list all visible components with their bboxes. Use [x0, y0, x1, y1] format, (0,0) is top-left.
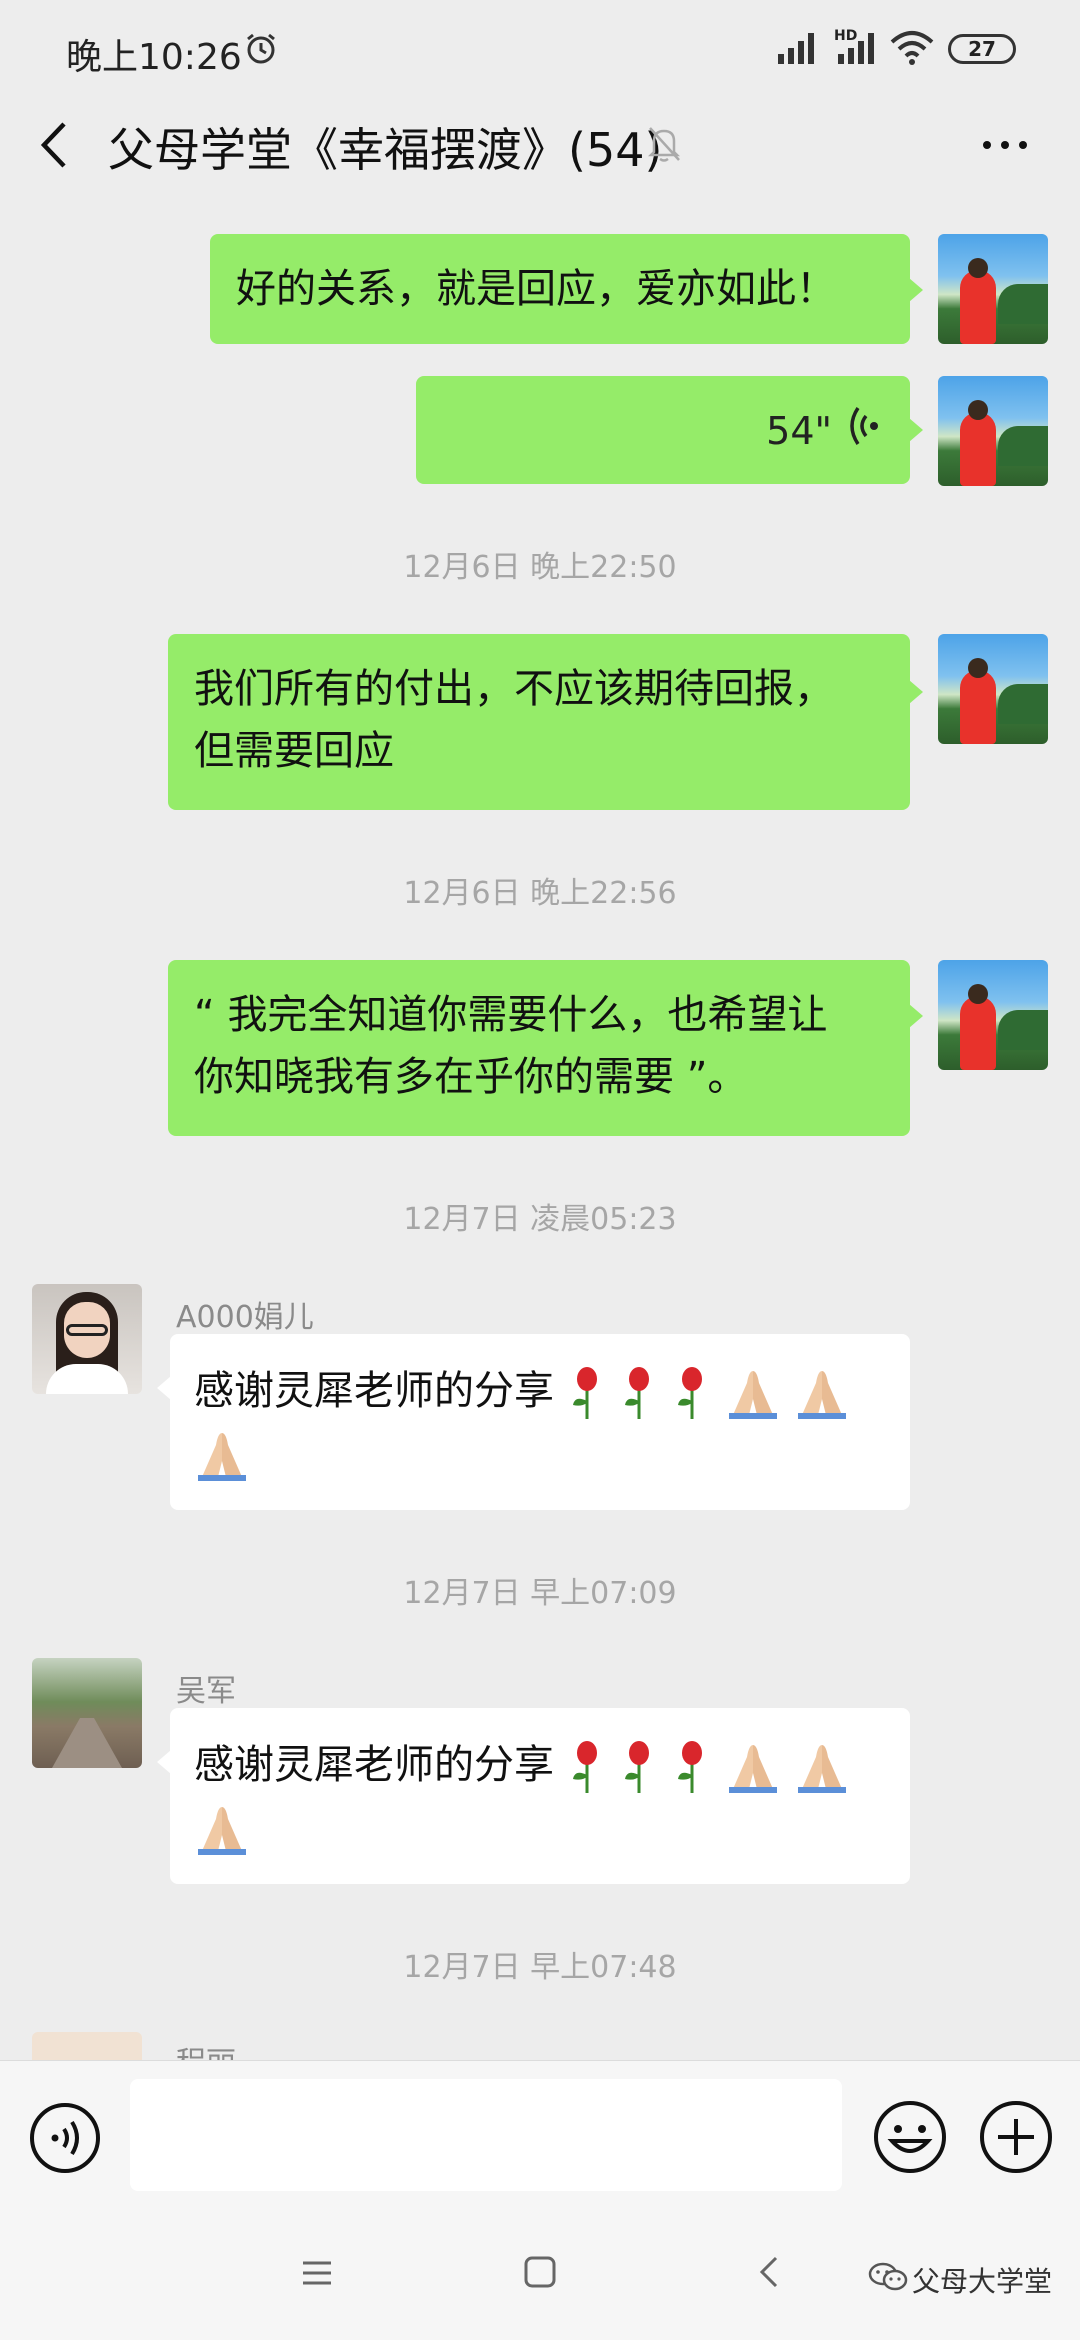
message-text-line: 但需要回应: [194, 728, 394, 774]
rose-icon: [678, 1741, 703, 1793]
bubble-tail: [157, 1376, 171, 1400]
status-bar: 晚上10:26 HD 27: [0, 0, 1080, 100]
bubble-tail: [909, 278, 923, 302]
wechat-icon: [868, 2262, 908, 2291]
voice-message[interactable]: 54": [416, 376, 910, 484]
outgoing-message[interactable]: “ 我完全知道你需要什么，也希望让 你知晓我有多在乎你的需要 ”。: [168, 960, 910, 1136]
nav-back-icon[interactable]: [754, 2254, 782, 2290]
timestamp: 12月7日 早上07:48: [403, 1950, 677, 1985]
sender-name: 吴军: [176, 1674, 236, 1709]
chat-title: 父母学堂《幸福摆渡》(54): [108, 123, 663, 177]
message-text-line: 你知晓我有多在乎你的需要 ”。: [194, 1054, 748, 1100]
signal-icon: [778, 33, 814, 64]
praying-hands-icon: [198, 1433, 246, 1481]
message-text: 好的关系，就是回应，爱亦如此！: [236, 266, 836, 312]
battery-indicator: 27: [948, 34, 1016, 64]
avatar[interactable]: [938, 634, 1048, 744]
avatar[interactable]: [938, 234, 1048, 344]
praying-hands-icon: [797, 1371, 846, 1419]
incoming-message[interactable]: 感谢灵犀老师的分享: [170, 1334, 910, 1510]
emoji-icon[interactable]: [872, 2099, 948, 2175]
message-input[interactable]: [130, 2079, 842, 2191]
praying-hands-icon: [728, 1371, 777, 1419]
bubble-tail: [909, 1004, 923, 1028]
input-bar: [0, 2060, 1080, 2210]
bubble-tail: [909, 680, 923, 704]
bubble-tail: [157, 1750, 171, 1774]
outgoing-message[interactable]: 好的关系，就是回应，爱亦如此！: [210, 234, 910, 344]
voice-mode-icon[interactable]: [28, 2101, 102, 2175]
avatar[interactable]: [938, 376, 1048, 486]
rose-icon: [572, 1367, 597, 1419]
wifi-icon: [890, 31, 934, 65]
message-text-line: 我们所有的付出，不应该期待回报，: [194, 666, 834, 712]
alarm-icon: [247, 33, 275, 64]
menu-icon[interactable]: [300, 2256, 334, 2290]
sender-name: 程丽: [176, 2038, 236, 2060]
timestamp: 12月6日 晚上22:56: [403, 876, 677, 911]
status-time: 晚上10:26: [66, 37, 242, 78]
watermark-text: 父母大学堂: [912, 2265, 1053, 2298]
rose-icon: [678, 1367, 703, 1419]
rose-icon: [625, 1367, 650, 1419]
bubble-tail: [909, 418, 923, 442]
message-text: 感谢灵犀老师的分享: [194, 1368, 554, 1414]
avatar[interactable]: [32, 2032, 142, 2060]
system-nav-bar: 父母大学堂: [0, 2210, 1080, 2340]
voice-wave-icon: [850, 407, 878, 445]
signal-icon: [838, 33, 874, 64]
rose-icon: [625, 1741, 650, 1793]
praying-hands-icon: [198, 1807, 246, 1855]
sender-name: A000娟儿: [176, 1300, 314, 1335]
voice-duration: 54": [766, 409, 832, 453]
message-text-line: “ 我完全知道你需要什么，也希望让: [194, 992, 828, 1038]
rose-icon: [572, 1741, 597, 1793]
chat-screen: 晚上10:26 HD 27 父母学堂《幸福摆渡》(54) 好的关系，就是回应，爱…: [0, 0, 1080, 2340]
home-icon[interactable]: [522, 2254, 558, 2290]
timestamp: 12月6日 晚上22:50: [403, 550, 677, 585]
mute-icon: [647, 127, 681, 162]
praying-hands-icon: [797, 1745, 846, 1793]
praying-hands-icon: [728, 1745, 777, 1793]
chat-header: 父母学堂《幸福摆渡》(54): [0, 100, 1080, 190]
more-icon[interactable]: [980, 130, 1030, 160]
avatar[interactable]: [32, 1658, 142, 1768]
outgoing-message[interactable]: 我们所有的付出，不应该期待回报， 但需要回应: [168, 634, 910, 810]
timestamp: 12月7日 凌晨05:23: [403, 1202, 677, 1237]
avatar[interactable]: [32, 1284, 142, 1394]
avatar[interactable]: [938, 960, 1048, 1070]
timestamp: 12月7日 早上07:09: [403, 1576, 677, 1611]
message-text: 感谢灵犀老师的分享: [194, 1742, 554, 1788]
plus-icon[interactable]: [978, 2099, 1054, 2175]
incoming-message[interactable]: 感谢灵犀老师的分享: [170, 1708, 910, 1884]
back-icon[interactable]: [34, 118, 74, 172]
